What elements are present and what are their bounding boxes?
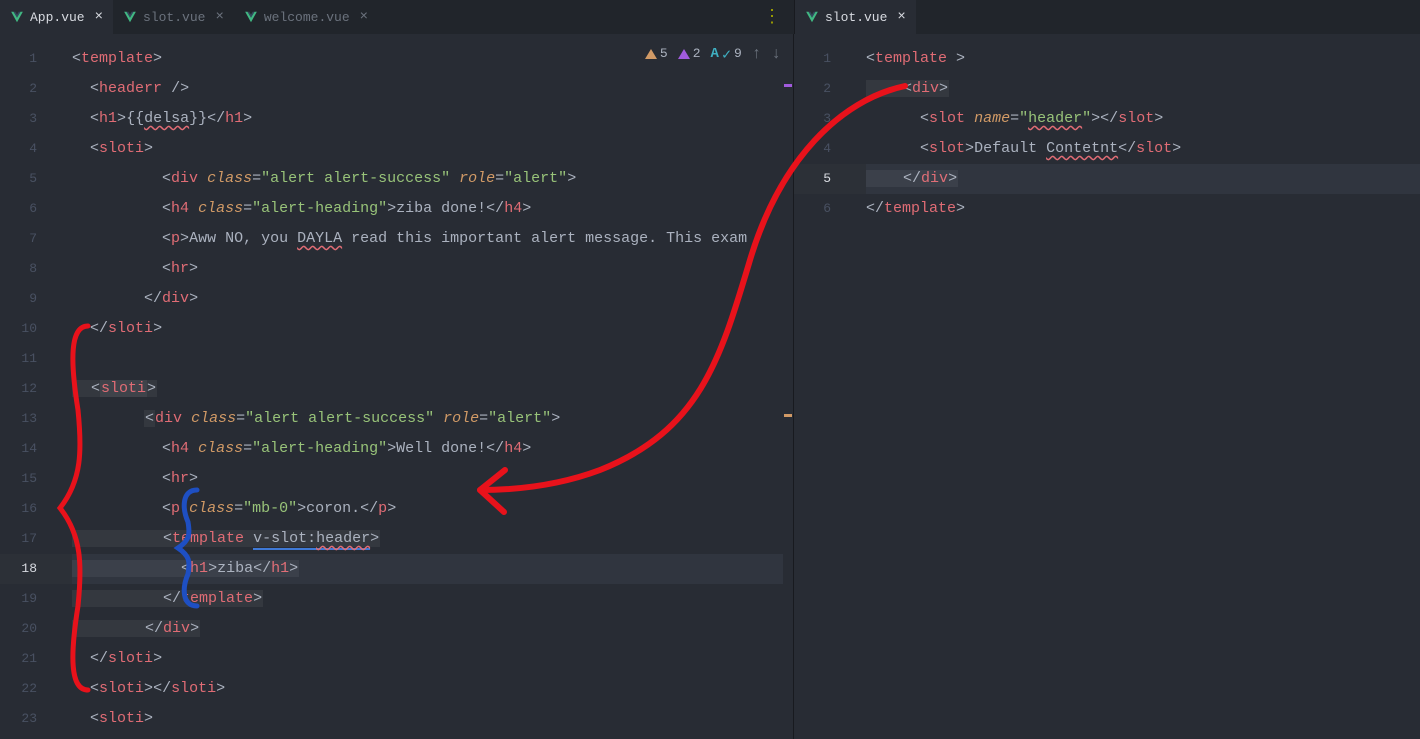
tab-app-vue[interactable]: App.vue × bbox=[0, 0, 113, 34]
warning-icon bbox=[645, 49, 657, 59]
close-icon[interactable]: × bbox=[211, 9, 223, 25]
tabbar-left: App.vue × slot.vue × welcome.vue × ⋮ bbox=[0, 0, 794, 34]
tab-welcome-vue[interactable]: welcome.vue × bbox=[234, 0, 378, 34]
tab-overflow-icon[interactable]: ⋮ bbox=[749, 0, 794, 34]
editor-split: 1234 5678 9101112 13141516 17181920 2122… bbox=[0, 34, 1420, 739]
typo-count[interactable]: A✓9 bbox=[711, 44, 742, 63]
inspection-summary[interactable]: 5 2 A✓9 ↑ ↓ bbox=[645, 44, 781, 63]
tab-label: slot.vue bbox=[825, 10, 887, 25]
tab-slot-vue[interactable]: slot.vue × bbox=[113, 0, 234, 34]
left-code[interactable]: <template> <headerr /> <h1>{{delsa}}</h1… bbox=[56, 34, 793, 739]
vue-icon bbox=[123, 10, 137, 24]
next-highlight-icon[interactable]: ↓ bbox=[771, 45, 781, 63]
tabbar: App.vue × slot.vue × welcome.vue × ⋮ slo… bbox=[0, 0, 1420, 34]
typo-sub-icon: ✓ bbox=[722, 45, 731, 64]
right-gutter: 123 456 bbox=[794, 34, 850, 739]
close-icon[interactable]: × bbox=[91, 9, 103, 25]
left-editor[interactable]: 1234 5678 9101112 13141516 17181920 2122… bbox=[0, 34, 793, 739]
right-editor[interactable]: 123 456 <template > <div> <slot name="he… bbox=[794, 34, 1420, 739]
vue-icon bbox=[805, 10, 819, 24]
close-icon[interactable]: × bbox=[893, 9, 905, 25]
error-number: 2 bbox=[693, 46, 701, 61]
close-icon[interactable]: × bbox=[356, 9, 368, 25]
left-pane: 1234 5678 9101112 13141516 17181920 2122… bbox=[0, 34, 794, 739]
left-error-stripe[interactable] bbox=[783, 34, 793, 739]
warn-count[interactable]: 5 bbox=[645, 46, 668, 61]
tab-label: slot.vue bbox=[143, 10, 205, 25]
tab-slot-vue-right[interactable]: slot.vue × bbox=[795, 0, 916, 34]
typo-icon: A bbox=[711, 46, 719, 62]
stripe-marker[interactable] bbox=[784, 414, 792, 417]
error-icon bbox=[678, 49, 690, 59]
tab-label: App.vue bbox=[30, 10, 85, 25]
prev-highlight-icon[interactable]: ↑ bbox=[752, 45, 762, 63]
stripe-marker[interactable] bbox=[784, 84, 792, 87]
tabbar-right: slot.vue × bbox=[794, 0, 1420, 34]
warn-number: 5 bbox=[660, 46, 668, 61]
right-code[interactable]: <template > <div> <slot name="header"></… bbox=[850, 34, 1420, 739]
typo-number: 9 bbox=[734, 46, 742, 61]
tab-label: welcome.vue bbox=[264, 10, 350, 25]
vue-icon bbox=[10, 10, 24, 24]
left-gutter: 1234 5678 9101112 13141516 17181920 2122… bbox=[0, 34, 56, 739]
right-pane: 123 456 <template > <div> <slot name="he… bbox=[794, 34, 1420, 739]
error-count[interactable]: 2 bbox=[678, 46, 701, 61]
vue-icon bbox=[244, 10, 258, 24]
